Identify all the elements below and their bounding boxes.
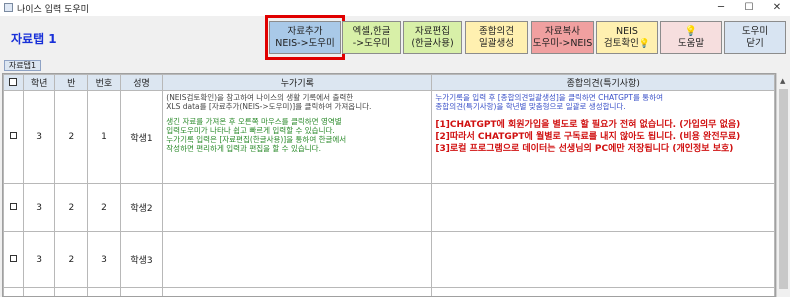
row-select-cell[interactable]: [3, 231, 24, 288]
sheet-tab[interactable]: 자료탭1: [4, 60, 41, 71]
grade-cell[interactable]: 3: [22, 90, 56, 184]
scrollbar-thumb[interactable]: [779, 89, 788, 289]
help-button[interactable]: 💡 도움말: [660, 21, 722, 54]
copy-data-to-neis-button[interactable]: 자료복사 도우미->NEIS: [531, 21, 594, 54]
table-row: [3, 287, 775, 296]
edit-data-hangul-button[interactable]: 자료편집 (한글사용): [403, 21, 462, 54]
button-label-line2: 도움말: [677, 37, 705, 49]
opinion-cell[interactable]: 누가기록을 입력 후 [종합의견일괄생성]을 클릭하면 CHATGPT를 통하여…: [431, 90, 775, 184]
header-class: 반: [54, 74, 89, 91]
name-cell[interactable]: 학생3: [119, 231, 164, 288]
record-gray-line: XLS data를 [자료추가(NEIS->도우미)]를 클릭하여 가져옵니다.: [166, 102, 372, 111]
header-row: 학년 반 번호 성명 누가기록 종합의견(특기사항): [3, 74, 775, 91]
record-cell[interactable]: [162, 183, 433, 232]
record-green-line: 누가기록 입력은 [자료편집(한글사용)]을 통하여 한글에서: [166, 135, 347, 144]
row-select-cell[interactable]: [3, 90, 24, 184]
minimize-button[interactable]: ─: [708, 0, 734, 16]
number-cell[interactable]: 3: [87, 231, 121, 288]
button-label-line1: 자료편집: [415, 25, 450, 37]
button-label-line2: 도우미->NEIS: [532, 37, 593, 49]
button-label-line2: 일괄생성: [479, 37, 514, 49]
close-button[interactable]: ✕: [764, 0, 790, 16]
data-grid: 학년 반 번호 성명 누가기록 종합의견(특기사항) 3 2 1 학생1 (NE…: [2, 73, 776, 297]
button-label-line1: 종합의견: [479, 25, 514, 37]
button-label-line2: 닫기: [746, 37, 764, 49]
bulb-icon: 💡: [684, 25, 698, 37]
table-row: 3 2 3 학생3: [3, 231, 775, 288]
opinion-cell[interactable]: [431, 231, 775, 288]
number-cell[interactable]: [87, 287, 121, 296]
button-label-line1: 엑셀,한글: [352, 25, 391, 37]
button-label-text: 검토확인: [603, 37, 639, 49]
record-green-line: 생긴 자료를 가져온 후 오른쪽 마우스를 클릭하면 영역별: [166, 117, 342, 126]
number-cell[interactable]: 2: [87, 183, 121, 232]
row-select-cell[interactable]: [3, 183, 24, 232]
name-cell[interactable]: 학생1: [119, 90, 164, 184]
header-name: 성명: [119, 74, 164, 91]
select-all-checkbox[interactable]: [9, 78, 18, 86]
button-label-line1: 자료복사: [545, 25, 580, 37]
opinion-red-line: [3]로컬 프로그램으로 데이터는 선생님의 PC에만 저장됩니다 (개인정보 …: [435, 144, 734, 154]
record-cell[interactable]: [162, 287, 433, 296]
table-row: 3 2 2 학생2: [3, 183, 775, 232]
record-green-line: 작성하면 편리하게 입력과 편집을 할 수 있습니다.: [166, 144, 321, 153]
class-cell[interactable]: [54, 287, 89, 296]
tab-title: 자료탭 1: [11, 32, 57, 46]
class-cell[interactable]: 2: [54, 183, 89, 232]
app-icon: [4, 3, 13, 12]
title-bar: 나이스 입력 도우미 ─ ☐ ✕: [0, 0, 790, 16]
number-cell[interactable]: 1: [87, 90, 121, 184]
vertical-scrollbar[interactable]: ▲: [776, 73, 790, 297]
row-checkbox[interactable]: [9, 254, 17, 262]
header-number: 번호: [87, 74, 121, 91]
row-select-cell[interactable]: [3, 287, 24, 296]
opinion-blue-line: 누가기록을 입력 후 [종합의견일괄생성]을 클릭하면 CHATGPT를 통하여: [435, 93, 663, 102]
opinion-red-line: [1]CHATGPT에 회원가입을 별도로 할 필요가 전혀 없습니다. (가입…: [435, 120, 741, 130]
generate-opinions-button[interactable]: 종합의견 일괄생성: [465, 21, 528, 54]
row-checkbox[interactable]: [9, 202, 17, 210]
button-label-line2: 검토확인💡: [604, 38, 650, 50]
button-label-line1: NEIS: [616, 25, 638, 37]
class-cell[interactable]: 2: [54, 231, 89, 288]
maximize-button[interactable]: ☐: [736, 0, 762, 16]
grade-cell[interactable]: [22, 287, 56, 296]
opinion-blue-line: 종합의견(특기사항)을 학년별 맞춤형으로 일괄로 생성합니다.: [435, 102, 626, 111]
window-title: 나이스 입력 도우미: [17, 5, 89, 15]
record-gray-line: (NEIS검토확인)을 참고하여 나이스의 생활 기록에서 출력한: [166, 93, 354, 102]
button-label-line2: ->도우미: [352, 37, 391, 49]
name-cell[interactable]: [119, 287, 164, 296]
header-grade: 학년: [22, 74, 56, 91]
record-cell[interactable]: (NEIS검토확인)을 참고하여 나이스의 생활 기록에서 출력한 XLS da…: [162, 90, 433, 184]
class-cell[interactable]: 2: [54, 90, 89, 184]
grade-cell[interactable]: 3: [22, 231, 56, 288]
row-checkbox[interactable]: [9, 132, 17, 139]
button-label-line2: (한글사용): [411, 37, 454, 49]
button-label-line1: 도우미: [741, 25, 769, 37]
table-row: 3 2 1 학생1 (NEIS검토확인)을 참고하여 나이스의 생활 기록에서 …: [3, 90, 775, 184]
name-cell[interactable]: 학생2: [119, 183, 164, 232]
opinion-cell[interactable]: [431, 183, 775, 232]
excel-hangul-import-button[interactable]: 엑셀,한글 ->도우미: [342, 21, 401, 54]
opinion-cell[interactable]: [431, 287, 775, 296]
record-cell[interactable]: [162, 231, 433, 288]
record-green-line: 입력도우미가 나타나 쉽고 빠르게 입력할 수 있습니다.: [166, 126, 335, 135]
opinion-red-line: [2]따라서 CHATGPT에 월별로 구독료를 내지 않아도 됩니다. (비용…: [435, 132, 741, 142]
grade-cell[interactable]: 3: [22, 183, 56, 232]
header-opinion: 종합의견(특기사항): [431, 74, 775, 91]
scroll-up-arrow-icon[interactable]: ▲: [780, 77, 785, 85]
select-all-header[interactable]: [3, 74, 24, 91]
highlight-frame: [265, 15, 345, 60]
neis-review-button[interactable]: NEIS 검토확인💡: [596, 21, 658, 54]
close-helper-button[interactable]: 도우미 닫기: [724, 21, 786, 54]
bulb-icon: 💡: [638, 38, 651, 49]
header-record: 누가기록: [162, 74, 433, 91]
